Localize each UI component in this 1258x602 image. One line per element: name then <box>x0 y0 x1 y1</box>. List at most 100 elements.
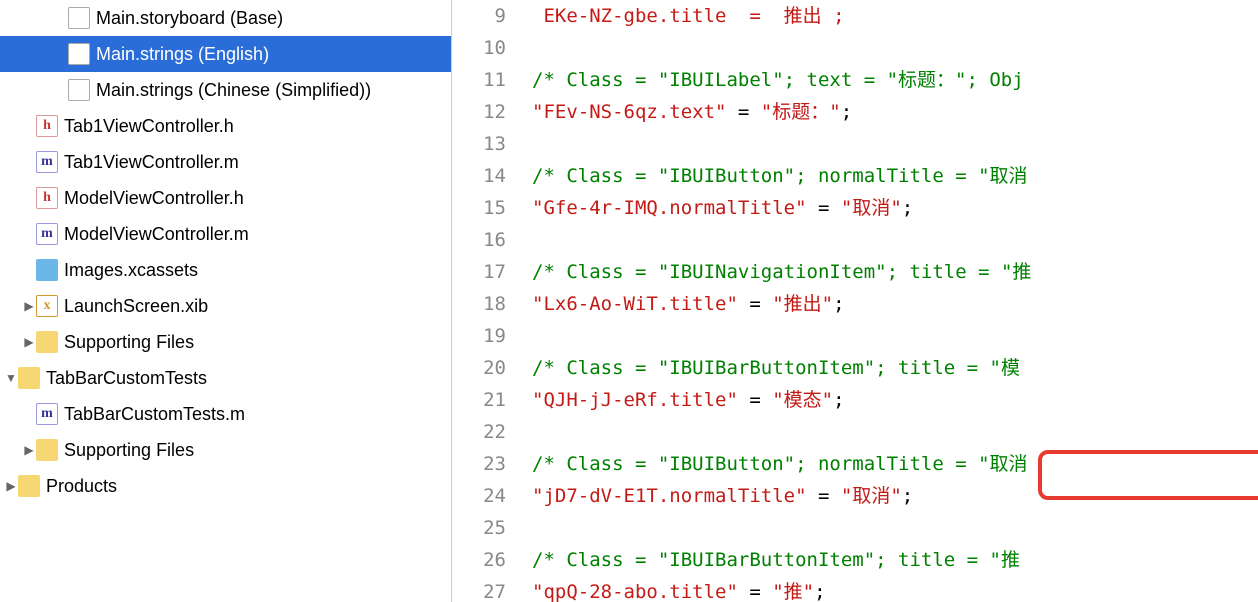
code-line[interactable]: "qpQ-28-abo.title" = "推"; <box>532 576 1258 602</box>
code-line[interactable]: EKe-NZ-gbe.title = 推出 ; <box>532 0 1258 32</box>
tree-item-modelviewcontroller-h[interactable]: hModelViewController.h <box>0 180 451 216</box>
code-line[interactable] <box>532 32 1258 64</box>
code-token: ; <box>833 293 844 315</box>
line-number: 18 <box>452 288 514 320</box>
impl-icon: m <box>36 151 58 173</box>
code-token: "标题：" <box>761 101 841 123</box>
line-number: 9 <box>452 0 514 32</box>
tree-item-label: Main.strings (Chinese (Simplified)) <box>96 80 371 101</box>
line-number: 25 <box>452 512 514 544</box>
line-number: 11 <box>452 64 514 96</box>
line-number: 10 <box>452 32 514 64</box>
code-line[interactable] <box>532 416 1258 448</box>
line-number: 23 <box>452 448 514 480</box>
tree-item-supporting-files[interactable]: ▶ Supporting Files <box>0 324 451 360</box>
tree-item-main-storyboard-base-[interactable]: Main.storyboard (Base) <box>0 0 451 36</box>
tree-item-label: Supporting Files <box>64 440 194 461</box>
tree-item-tab1viewcontroller-h[interactable]: h Tab1ViewController.h <box>0 108 451 144</box>
code-line[interactable]: /* Class = "IBUIBarButtonItem"; title = … <box>532 544 1258 576</box>
code-token: "FEv-NS-6qz.text" <box>532 101 726 123</box>
tree-item-main-strings-english-[interactable]: Main.strings (English) <box>0 36 451 72</box>
folder-icon <box>36 331 58 353</box>
tree-item-label: Supporting Files <box>64 332 194 353</box>
disclosure-triangle[interactable]: ▶ <box>22 443 36 457</box>
code-content[interactable]: EKe-NZ-gbe.title = 推出 ; /* Class = "IBUIL… <box>514 0 1258 602</box>
code-token: "推" <box>772 581 814 602</box>
impl-icon: m <box>36 403 58 425</box>
code-line[interactable]: /* Class = "IBUIButton"; normalTitle = "… <box>532 160 1258 192</box>
code-token: "Lx6-Ao-WiT.title" <box>532 293 738 315</box>
code-line[interactable]: /* Class = "IBUILabel"; text = "标题："; Ob… <box>532 64 1258 96</box>
xib-icon: x <box>36 295 58 317</box>
storyboard-icon <box>68 7 90 29</box>
tree-item-label: Images.xcassets <box>64 260 198 281</box>
assets-icon <box>36 259 58 281</box>
strings-icon <box>68 79 90 101</box>
tree-item-label: Products <box>46 476 117 497</box>
code-line[interactable] <box>532 128 1258 160</box>
line-number: 20 <box>452 352 514 384</box>
tree-item-label: ModelViewController.h <box>64 188 244 209</box>
code-token: "推出" <box>772 293 833 315</box>
code-token: "取消" <box>841 197 902 219</box>
code-editor[interactable]: 910111213141516171819202122232425262728 … <box>452 0 1258 602</box>
code-token: ; <box>902 485 913 507</box>
tree-item-main-strings-chinese-simplified-[interactable]: Main.strings (Chinese (Simplified)) <box>0 72 451 108</box>
line-number: 16 <box>452 224 514 256</box>
tree-item-label: Main.strings (English) <box>96 44 269 65</box>
tree-item-tab1viewcontroller-m[interactable]: mTab1ViewController.m <box>0 144 451 180</box>
code-token: ; <box>902 197 913 219</box>
code-token: /* Class = "IBUIButton"; normalTitle = "… <box>532 165 1028 187</box>
code-line[interactable]: "Gfe-4r-IMQ.normalTitle" = "取消"; <box>532 192 1258 224</box>
code-token: = <box>738 293 772 315</box>
tree-item-launchscreen-xib[interactable]: ▶x LaunchScreen.xib <box>0 288 451 324</box>
tree-item-tabbarcustomtests-m[interactable]: m TabBarCustomTests.m <box>0 396 451 432</box>
tree-item-supporting-files[interactable]: ▶ Supporting Files <box>0 432 451 468</box>
tree-item-label: Tab1ViewController.h <box>64 116 234 137</box>
code-line[interactable] <box>532 512 1258 544</box>
code-line[interactable]: /* Class = "IBUINavigationItem"; title =… <box>532 256 1258 288</box>
code-token: /* Class = "IBUINavigationItem"; title =… <box>532 261 1031 283</box>
code-line[interactable]: /* Class = "IBUIButton"; normalTitle = "… <box>532 448 1258 480</box>
line-number: 15 <box>452 192 514 224</box>
code-line[interactable]: "FEv-NS-6qz.text" = "标题："; <box>532 96 1258 128</box>
code-line[interactable]: "jD7-dV-E1T.normalTitle" = "取消"; <box>532 480 1258 512</box>
code-line[interactable]: "Lx6-Ao-WiT.title" = "推出"; <box>532 288 1258 320</box>
code-token: = <box>807 197 841 219</box>
line-number: 24 <box>452 480 514 512</box>
code-token: "取消" <box>841 485 902 507</box>
code-token: "Gfe-4r-IMQ.normalTitle" <box>532 197 807 219</box>
tree-item-modelviewcontroller-m[interactable]: mModelViewController.m <box>0 216 451 252</box>
code-token: = <box>738 581 772 602</box>
project-navigator[interactable]: Main.storyboard (Base) Main.strings (Engl… <box>0 0 452 602</box>
disclosure-triangle[interactable]: ▶ <box>22 299 36 313</box>
code-line[interactable] <box>532 224 1258 256</box>
folder-icon <box>36 439 58 461</box>
code-line[interactable]: /* Class = "IBUIBarButtonItem"; title = … <box>532 352 1258 384</box>
tree-item-tabbarcustomtests[interactable]: ▼TabBarCustomTests <box>0 360 451 396</box>
strings-icon <box>68 43 90 65</box>
line-gutter: 910111213141516171819202122232425262728 <box>452 0 514 602</box>
line-number: 13 <box>452 128 514 160</box>
line-number: 12 <box>452 96 514 128</box>
code-token: "qpQ-28-abo.title" <box>532 581 738 602</box>
tree-item-label: ModelViewController.m <box>64 224 249 245</box>
tree-item-label: Main.storyboard (Base) <box>96 8 283 29</box>
disclosure-triangle[interactable]: ▼ <box>4 371 18 385</box>
line-number: 26 <box>452 544 514 576</box>
tree-item-images-xcassets[interactable]: Images.xcassets <box>0 252 451 288</box>
disclosure-triangle[interactable]: ▶ <box>4 479 18 493</box>
code-token: /* Class = "IBUIBarButtonItem"; title = … <box>532 357 1020 379</box>
tree-item-label: TabBarCustomTests.m <box>64 404 245 425</box>
line-number: 17 <box>452 256 514 288</box>
code-line[interactable]: "QJH-jJ-eRf.title" = "模态"; <box>532 384 1258 416</box>
line-number: 14 <box>452 160 514 192</box>
code-token: "jD7-dV-E1T.normalTitle" <box>532 485 807 507</box>
tree-item-products[interactable]: ▶ Products <box>0 468 451 504</box>
disclosure-triangle[interactable]: ▶ <box>22 335 36 349</box>
tree-item-label: LaunchScreen.xib <box>64 296 208 317</box>
code-token: "QJH-jJ-eRf.title" <box>532 389 738 411</box>
code-line[interactable] <box>532 320 1258 352</box>
header-icon: h <box>36 115 58 137</box>
code-token: "模态" <box>772 389 833 411</box>
